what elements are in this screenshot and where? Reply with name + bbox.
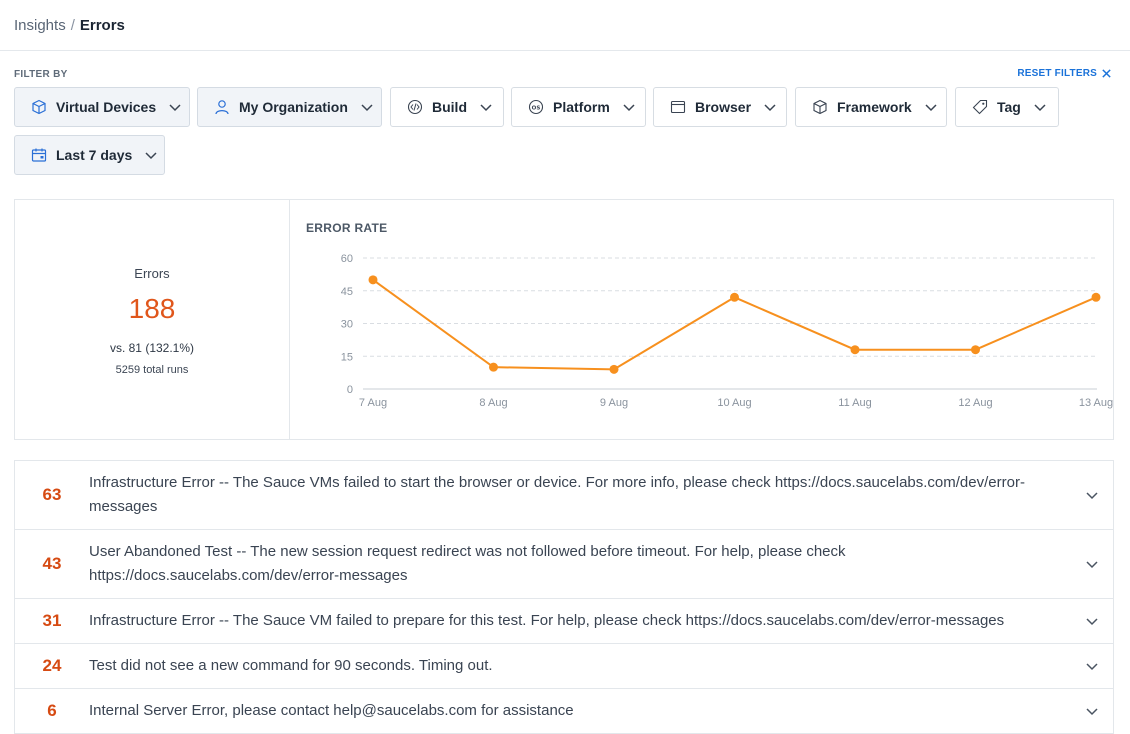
y-tick-label: 30: [341, 319, 353, 331]
filter-label: Framework: [837, 99, 912, 115]
chevron-down-icon: [1033, 100, 1047, 114]
reset-filters-button[interactable]: RESET FILTERS: [1017, 68, 1112, 79]
data-point: [609, 364, 619, 374]
svg-text:OS: OS: [532, 105, 541, 111]
x-tick-label: 11 Aug: [838, 397, 871, 409]
error-count: 24: [42, 656, 62, 675]
data-point: [1091, 292, 1101, 302]
error-count: 31: [42, 611, 62, 630]
header-bar: Insights / Errors: [0, 0, 1130, 51]
filter-label: Platform: [553, 99, 610, 115]
filter-framework-button[interactable]: Framework: [795, 87, 947, 127]
calendar-icon: [30, 146, 48, 164]
cube-icon: [30, 98, 48, 116]
data-point: [489, 362, 498, 372]
close-icon: [1102, 69, 1111, 78]
error-message: Internal Server Error, please contact he…: [89, 702, 574, 719]
chevron-down-icon: [144, 148, 158, 162]
os-icon: OS: [527, 98, 545, 116]
error-message: User Abandoned Test -- The new session r…: [89, 543, 846, 584]
user-icon: [213, 98, 231, 116]
error-row[interactable]: 63 Infrastructure Error -- The Sauce VMs …: [15, 461, 1113, 530]
x-tick-label: 13 Aug: [1079, 397, 1113, 409]
filter-label: Virtual Devices: [56, 99, 157, 115]
data-point: [971, 345, 980, 355]
error-count: 6: [47, 701, 57, 720]
data-point: [730, 292, 739, 302]
errors-comparison: vs. 81 (132.1%): [109, 341, 195, 355]
y-tick-label: 60: [341, 253, 353, 265]
y-tick-label: 0: [347, 384, 353, 396]
error-list: 63 Infrastructure Error -- The Sauce VMs …: [14, 460, 1114, 734]
reset-filters-label: RESET FILTERS: [1017, 68, 1097, 79]
chevron-down-icon: [360, 100, 374, 114]
chevron-down-icon: [763, 100, 777, 114]
error-row[interactable]: 24 Test did not see a new command for 90 …: [15, 644, 1113, 689]
error-summary-panel: Errors 188 vs. 81 (132.1%) 5259 total ru…: [14, 199, 1114, 440]
breadcrumb-insights[interactable]: Insights: [14, 17, 66, 34]
page-title: Errors: [79, 16, 125, 34]
filter-platform-button[interactable]: OS Platform: [511, 87, 646, 127]
y-tick-label: 45: [341, 286, 353, 298]
error-message: Test did not see a new command for 90 se…: [89, 657, 493, 674]
build-icon: [406, 98, 424, 116]
chevron-down-icon: [924, 100, 938, 114]
filter-organization-button[interactable]: My Organization: [197, 87, 382, 127]
tag-icon: [971, 98, 989, 116]
chevron-down-icon: [168, 100, 182, 114]
y-tick-label: 15: [341, 351, 353, 363]
filter-tag-button[interactable]: Tag: [955, 87, 1059, 127]
errors-total-value: 188: [128, 293, 176, 324]
filter-date-range-button[interactable]: Last 7 days: [14, 135, 165, 175]
breadcrumb-separator: /: [70, 16, 75, 34]
chevron-down-icon: [479, 100, 493, 114]
x-tick-label: 7 Aug: [359, 397, 387, 409]
error-row[interactable]: 31 Infrastructure Error -- The Sauce VM f…: [15, 599, 1113, 644]
chevron-down-icon: [622, 100, 636, 114]
errors-label: Errors: [134, 266, 170, 281]
chevron-down-icon[interactable]: [1085, 488, 1099, 502]
x-tick-label: 12 Aug: [958, 397, 992, 409]
browser-window-icon: [669, 98, 687, 116]
data-point: [368, 275, 378, 285]
chevron-down-icon[interactable]: [1085, 659, 1099, 673]
total-runs: 5259 total runs: [115, 364, 189, 376]
error-rate-chart: 0 15 30 45 60 7 Aug 8 Aug 9 Aug 10 Aug 11 Aug 12 A…: [341, 253, 1113, 409]
filter-label: Last 7 days: [56, 147, 133, 163]
filter-by-label: FILTER BY: [14, 69, 68, 80]
filter-label: Build: [432, 99, 467, 115]
data-point: [850, 345, 860, 355]
chevron-down-icon[interactable]: [1085, 557, 1099, 571]
cube-icon: [811, 98, 829, 116]
x-tick-label: 10 Aug: [717, 397, 751, 409]
chevron-down-icon[interactable]: [1085, 614, 1099, 628]
error-count: 63: [42, 485, 62, 504]
filter-virtual-devices-button[interactable]: Virtual Devices: [14, 87, 190, 127]
x-tick-label: 9 Aug: [600, 397, 628, 409]
x-tick-label: 8 Aug: [479, 397, 507, 409]
error-row[interactable]: 6 Internal Server Error, please contact h…: [15, 689, 1113, 734]
error-message: Infrastructure Error -- The Sauce VM fai…: [89, 612, 1005, 629]
filter-browser-button[interactable]: Browser: [653, 87, 787, 127]
filter-label: Tag: [997, 99, 1021, 115]
filter-build-button[interactable]: Build: [390, 87, 504, 127]
filter-label: My Organization: [239, 99, 348, 115]
chevron-down-icon[interactable]: [1085, 704, 1099, 718]
error-count-summary: Errors 188 vs. 81 (132.1%) 5259 total ru…: [15, 200, 290, 439]
error-row[interactable]: 43 User Abandoned Test -- The new session…: [15, 530, 1113, 599]
filter-label: Browser: [695, 99, 752, 115]
error-count: 43: [42, 554, 62, 573]
error-message: Infrastructure Error -- The Sauce VMs fa…: [89, 474, 1025, 515]
